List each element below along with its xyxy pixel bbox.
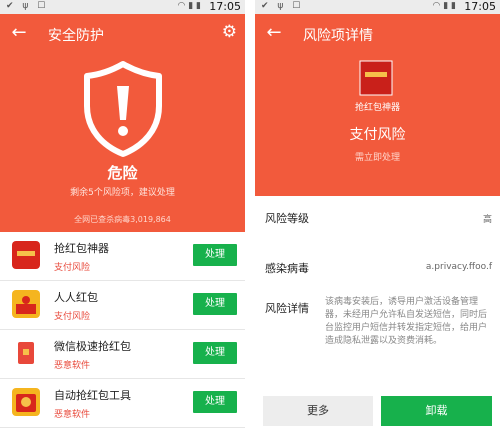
uninstall-button[interactable]: 卸载	[381, 396, 492, 426]
danger-hero: 危险 剩余5个风险项，建议处理 全网已查杀病毒3,019,864	[0, 54, 245, 232]
risk-level-value: 高	[482, 215, 492, 225]
gear-icon[interactable]: ⚙	[222, 22, 237, 42]
wechat-packet-app-icon	[12, 339, 40, 367]
risk-level-row: 风险等级 高	[255, 208, 500, 238]
risk-type: 恶意软件	[54, 410, 91, 420]
renren-packet-app-icon	[12, 290, 40, 318]
risk-hint: 需立即处理	[354, 153, 400, 163]
fix-button[interactable]: 处理	[193, 391, 237, 413]
app-name: 人人红包	[54, 291, 98, 304]
list-item[interactable]: 人人红包 支付风险 处理	[0, 281, 245, 330]
app-name: 抢红包神器	[354, 103, 400, 113]
more-button[interactable]: 更多	[263, 396, 373, 426]
risk-summary: 剩余5个风险项，建议处理	[70, 188, 175, 198]
fix-button[interactable]: 处理	[193, 293, 237, 315]
risk-type: 支付风险	[54, 312, 91, 322]
app-name: 自动抢红包工具	[54, 389, 131, 402]
notification-icons: ✔ ψ ☐	[6, 1, 49, 11]
risk-type: 支付风险	[349, 127, 406, 143]
status-bar: ✔ ψ ☐ ◠ ▮ ▮ 17:05	[255, 0, 500, 14]
risk-type: 恶意软件	[54, 361, 91, 371]
app-bar: ← 安全防护 ⚙	[0, 14, 245, 54]
risk-list: 抢红包神器 支付风险 处理 人人红包 支付风险 处理 微信极速抢红包 恶意软件 …	[0, 232, 245, 428]
fix-button[interactable]: 处理	[193, 342, 237, 364]
page-title: 安全防护	[48, 28, 104, 44]
risk-hero: 抢红包神器 支付风险 需立即处理	[255, 54, 500, 196]
app-name: 抢红包神器	[54, 242, 109, 255]
status-time: 17:05	[464, 0, 496, 13]
virus-row: 感染病毒 a.privacy.ffoo.f	[255, 258, 500, 288]
risk-detail-row: 风险详情 该病毒安装后，诱导用户激活设备管理器，未经用户允许私自发送短信，同时后…	[255, 296, 500, 376]
list-item[interactable]: 抢红包神器 支付风险 处理	[0, 232, 245, 281]
list-item[interactable]: 微信极速抢红包 恶意软件 处理	[0, 330, 245, 379]
risk-detail-text: 该病毒安装后，诱导用户激活设备管理器，未经用户允许私自发送短信，同时后台监控用户…	[325, 297, 488, 346]
danger-status: 危险	[107, 164, 138, 182]
scan-info: 全网已查杀病毒3,019,864	[74, 215, 171, 224]
virus-value: a.privacy.ffoo.f	[425, 262, 492, 272]
status-bar: ✔ ψ ☐ ◠ ▮ ▮ 17:05	[0, 0, 245, 14]
back-arrow-icon[interactable]: ←	[8, 22, 30, 43]
status-time: 17:05	[209, 0, 241, 13]
list-item[interactable]: 自动抢红包工具 恶意软件 处理	[0, 379, 245, 428]
virus-label: 感染病毒	[265, 262, 309, 275]
security-protection-screen: ✔ ψ ☐ ◠ ▮ ▮ 17:05 ← 安全防护 ⚙ 危险 剩余5个风险项，建议…	[0, 0, 245, 433]
page-title: 风险项详情	[303, 28, 373, 44]
action-bar: 更多 卸载	[255, 392, 500, 433]
red-packet-app-icon	[359, 60, 393, 96]
fix-button[interactable]: 处理	[193, 244, 237, 266]
notification-icons: ✔ ψ ☐	[261, 1, 304, 11]
red-packet-app-icon	[12, 241, 40, 269]
app-bar: ← 风险项详情	[255, 14, 500, 54]
risk-detail-label: 风险详情	[265, 302, 309, 315]
screen-divider	[245, 0, 255, 433]
shield-warning-icon	[84, 61, 162, 157]
system-icons: ◠ ▮ ▮	[177, 1, 201, 11]
risk-type: 支付风险	[54, 263, 91, 273]
system-icons: ◠ ▮ ▮	[432, 1, 456, 11]
auto-packet-app-icon	[12, 388, 40, 416]
back-arrow-icon[interactable]: ←	[263, 22, 285, 43]
app-name: 微信极速抢红包	[54, 340, 131, 353]
risk-detail-screen: ✔ ψ ☐ ◠ ▮ ▮ 17:05 ← 风险项详情 抢红包神器 支付风险 需立即…	[255, 0, 500, 433]
risk-level-label: 风险等级	[265, 212, 309, 225]
